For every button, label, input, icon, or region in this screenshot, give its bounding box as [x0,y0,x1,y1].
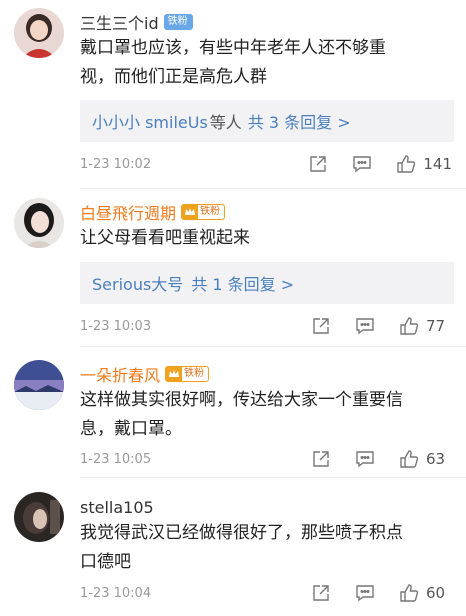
share-icon[interactable] [310,448,332,470]
share-icon[interactable] [307,153,329,175]
avatar[interactable] [14,198,64,248]
comment-item: 白昼飛行週期 铁粉 让父母看看吧重视起来 Serious大号 共 1 条回复 >… [0,190,466,348]
action-bar: 60 [310,581,452,605]
comment-icon[interactable] [354,582,376,604]
avatar[interactable] [14,8,64,58]
comment-icon[interactable] [354,315,376,337]
fan-badge: 铁粉 [181,204,226,220]
like-count: 77 [426,317,446,335]
meta-row: 1-23 10:02 141 [80,152,452,176]
like-count: 141 [423,155,452,173]
meta-row: 1-23 10:05 63 [80,447,452,471]
meta-row: 1-23 10:04 60 [80,581,452,605]
comment-icon[interactable] [351,153,373,175]
divider [80,188,466,189]
reply-summary[interactable]: 小小小 smileUs 等人 共 3 条回复 > [80,100,454,142]
comment-icon[interactable] [354,448,376,470]
username[interactable]: 一朵折春风 [80,362,160,386]
thumbs-up-icon[interactable] [398,315,420,337]
timestamp: 1-23 10:05 [80,451,152,467]
avatar[interactable] [14,492,64,542]
comment-text: 我觉得武汉已经做得很好了，那些喷子积点 口德吧 [80,523,403,572]
username[interactable]: stella105 [80,498,154,517]
comment-item: stella105 我觉得武汉已经做得很好了，那些喷子积点 口德吧 1-23 1… [0,478,466,616]
thumbs-up-icon[interactable] [398,448,420,470]
timestamp: 1-23 10:04 [80,585,152,601]
action-bar: 141 [307,152,452,176]
share-icon[interactable] [310,315,332,337]
comment-item: 三生三个id 铁粉 戴口罩也应该，有些中年老年人还不够重 视，而他们正是高危人群… [0,0,466,190]
fan-badge: 铁粉 [165,366,210,382]
crown-icon [166,367,183,381]
comment-text: 戴口罩也应该，有些中年老年人还不够重 视，而他们正是高危人群 [80,38,386,87]
crown-icon [182,205,199,219]
reply-count[interactable]: 共 3 条回复 > [248,109,351,133]
action-bar: 77 [310,314,452,338]
comment-item: 一朵折春风 铁粉 这样做其实很好啊，传达给大家一个重要信 息，戴口罩。 1-23… [0,348,466,478]
thumbs-up-icon[interactable] [398,582,420,604]
fan-badge: 铁粉 [163,14,193,30]
like-count: 63 [426,450,446,468]
thumbs-up-icon[interactable] [395,153,417,175]
reply-summary[interactable]: Serious大号 共 1 条回复 > [80,262,454,304]
share-icon[interactable] [310,582,332,604]
user-row: stella105 [80,494,154,520]
comment-text: 让父母看看吧重视起来 [80,228,250,248]
avatar[interactable] [14,360,64,410]
comment-text: 这样做其实很好啊，传达给大家一个重要信 息，戴口罩。 [80,390,403,439]
user-row: 三生三个id 铁粉 [80,9,193,35]
timestamp: 1-23 10:03 [80,318,152,334]
like-count: 60 [426,584,446,602]
divider [80,346,466,347]
username[interactable]: 三生三个id [80,10,159,34]
reply-separator: 等人 [209,113,242,132]
reply-user[interactable]: 小小小 smileUs [92,109,208,133]
reply-count[interactable]: 共 1 条回复 > [191,271,294,295]
user-row: 一朵折春风 铁粉 [80,361,210,387]
meta-row: 1-23 10:03 77 [80,314,452,338]
action-bar: 63 [310,447,452,471]
user-row: 白昼飛行週期 铁粉 [80,199,226,225]
username[interactable]: 白昼飛行週期 [80,200,176,224]
timestamp: 1-23 10:02 [80,156,152,172]
reply-user[interactable]: Serious大号 [92,271,183,295]
